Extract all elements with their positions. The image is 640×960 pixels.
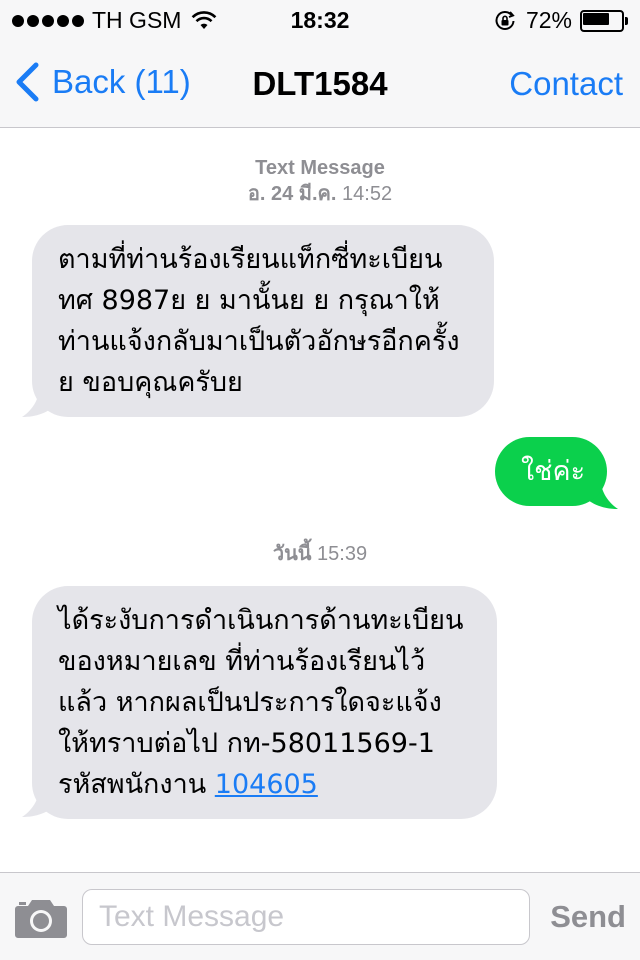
outgoing-message-bubble[interactable]: ใช่ค่ะ: [495, 437, 607, 506]
message-line: ให้ทราบต่อไป กท-58011569-1: [58, 728, 435, 759]
message-line: ของหมายเลข ที่ท่านร้องเรียนไว้: [58, 646, 426, 677]
battery-level-fill: [583, 12, 609, 25]
camera-icon[interactable]: [14, 897, 68, 939]
phone-number-link[interactable]: 104605: [215, 769, 318, 800]
chevron-left-icon: [16, 62, 39, 102]
message-line-with-link: รหัสพนักงาน 104605: [58, 764, 473, 805]
back-label: Back (11): [52, 63, 191, 100]
send-button[interactable]: Send: [550, 899, 626, 935]
message-line: ได้ระงับการดำเนินการด้านทะเบียน: [58, 605, 464, 636]
timestamp-header-1: Text Message อ. 24 มี.ค. 14:52: [0, 155, 640, 207]
battery-icon: [580, 9, 628, 32]
compose-bar: Send: [0, 872, 640, 960]
stamp-day: อ. 24 มี.ค.: [247, 183, 337, 205]
stamp-day: วันนี้: [272, 543, 312, 565]
navigation-bar: Back (11) DLT1584 Contact: [0, 40, 640, 128]
message-thread[interactable]: Text Message อ. 24 มี.ค. 14:52 ตามที่ท่า…: [0, 129, 640, 872]
stamp-time: 14:52: [342, 183, 393, 205]
message-line: ท่านแจ้งกลับมาเป็นตัวอักษรอีกครั้ง: [58, 326, 460, 357]
rotation-lock-icon: [495, 10, 515, 30]
message-line: ทศ 8987ย ย มานั้นย ย กรุณาให้: [58, 285, 440, 316]
stamp-label: Text Message: [255, 157, 385, 179]
timestamp-header-2: วันนี้ 15:39: [0, 541, 640, 567]
incoming-message-bubble[interactable]: ตามที่ท่านร้องเรียนแท็กซี่ทะเบียน ทศ 898…: [32, 225, 494, 417]
status-bar: TH GSM 18:32 72%: [0, 0, 640, 40]
stamp-time: 15:39: [317, 543, 368, 565]
back-button[interactable]: Back (11): [14, 62, 191, 102]
message-line: ตามที่ท่านร้องเรียนแท็กซี่ทะเบียน: [58, 244, 443, 275]
message-line: ใช่ค่ะ: [521, 456, 586, 487]
employee-code-label: รหัสพนักงาน: [58, 769, 215, 800]
battery-percent: 72%: [525, 7, 572, 33]
contact-button[interactable]: Contact: [509, 65, 623, 103]
messages-screen: TH GSM 18:32 72% Back (11) DLT1584 Conta…: [0, 0, 640, 960]
incoming-message-bubble[interactable]: ได้ระงับการดำเนินการด้านทะเบียน ของหมายเ…: [32, 586, 497, 819]
message-line: แล้ว หากผลเป็นประการใดจะแจ้ง: [58, 687, 442, 718]
message-input[interactable]: [82, 889, 530, 945]
status-right: 72%: [494, 7, 628, 34]
message-line: ย ขอบคุณครับย: [58, 367, 243, 398]
